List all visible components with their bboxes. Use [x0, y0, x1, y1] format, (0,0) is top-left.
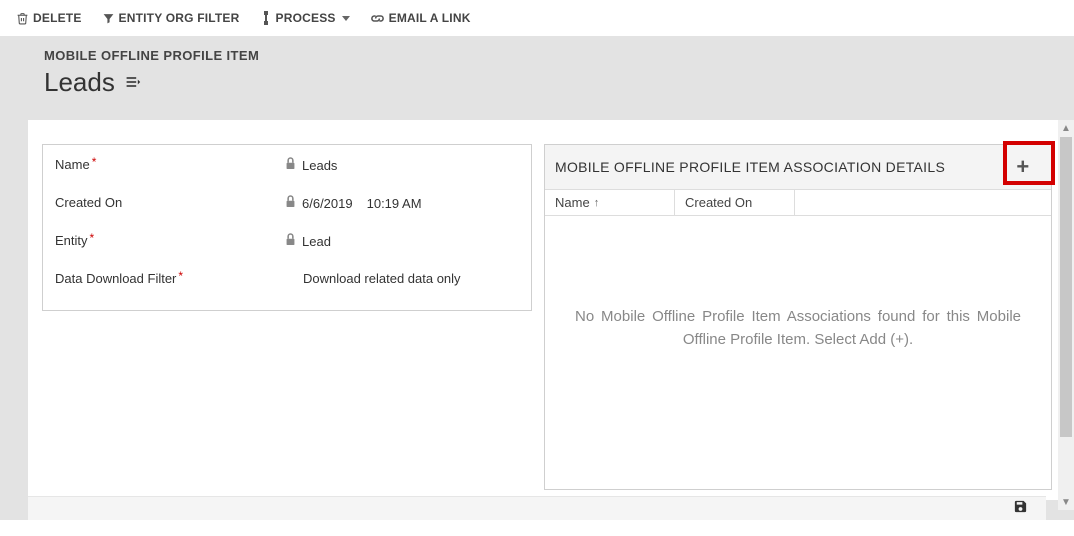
record-header-band: MOBILE OFFLINE PROFILE ITEM Leads: [0, 36, 1074, 120]
name-field[interactable]: Leads: [285, 157, 519, 173]
association-details-panel: MOBILE OFFLINE PROFILE ITEM ASSOCIATION …: [544, 144, 1052, 490]
record-selector-icon[interactable]: [125, 72, 141, 93]
name-value: Leads: [302, 158, 337, 173]
created-on-time: 10:19 AM: [367, 196, 422, 211]
process-button[interactable]: PROCESS: [252, 7, 358, 29]
column-header-name[interactable]: Name ↑: [545, 190, 675, 215]
entity-value: Lead: [302, 234, 331, 249]
details-card: Name* Leads Created On 6/6/2019: [42, 144, 532, 311]
entity-field[interactable]: Lead: [285, 233, 519, 249]
data-download-filter-value: Download related data only: [303, 271, 461, 286]
trash-icon: [16, 12, 29, 25]
command-bar: DELETE ENTITY ORG FILTER PROCESS EMAIL A…: [0, 0, 1074, 36]
panel-title: MOBILE OFFLINE PROFILE ITEM ASSOCIATION …: [555, 159, 945, 175]
created-on-date: 6/6/2019: [302, 196, 353, 211]
page-title: Leads: [44, 67, 115, 98]
created-on-field[interactable]: 6/6/2019 10:19 AM: [285, 195, 519, 211]
field-label-created-on: Created On: [55, 195, 285, 210]
toolbar-label: DELETE: [33, 11, 82, 25]
plus-icon: +: [1016, 154, 1029, 180]
save-button[interactable]: [1013, 499, 1028, 519]
scrollbar-thumb[interactable]: [1060, 137, 1072, 437]
sort-asc-icon: ↑: [594, 197, 600, 209]
link-icon: [370, 13, 385, 24]
record-type-label: MOBILE OFFLINE PROFILE ITEM: [44, 48, 1046, 63]
status-bar: [28, 496, 1046, 520]
empty-associations-message: No Mobile Offline Profile Item Associati…: [545, 216, 1051, 351]
column-header-rest: [795, 190, 1051, 215]
field-label-entity: Entity*: [55, 233, 285, 248]
scroll-up-arrow-icon[interactable]: ▲: [1058, 120, 1074, 136]
chevron-down-icon: [342, 16, 350, 21]
vertical-scrollbar[interactable]: ▲ ▼: [1058, 120, 1074, 510]
funnel-icon: [102, 12, 115, 25]
toolbar-label: EMAIL A LINK: [389, 11, 471, 25]
email-a-link-button[interactable]: EMAIL A LINK: [362, 7, 479, 29]
toolbar-label: PROCESS: [276, 11, 336, 25]
data-download-filter-field[interactable]: Download related data only: [285, 271, 519, 286]
association-column-headers: Name ↑ Created On: [545, 190, 1051, 216]
lock-icon: [285, 195, 296, 211]
scroll-down-arrow-icon[interactable]: ▼: [1058, 494, 1074, 510]
lock-icon: [285, 233, 296, 249]
toolbar-label: ENTITY ORG FILTER: [119, 11, 240, 25]
entity-org-filter-button[interactable]: ENTITY ORG FILTER: [94, 7, 248, 29]
lock-icon: [285, 157, 296, 173]
add-association-button[interactable]: +: [1003, 151, 1043, 183]
delete-button[interactable]: DELETE: [8, 7, 90, 29]
content-area: Name* Leads Created On 6/6/2019: [0, 120, 1074, 520]
column-header-created-on[interactable]: Created On: [675, 190, 795, 215]
field-label-data-download-filter: Data Download Filter*: [55, 271, 285, 286]
process-icon: [260, 11, 272, 25]
field-label-name: Name*: [55, 157, 285, 172]
